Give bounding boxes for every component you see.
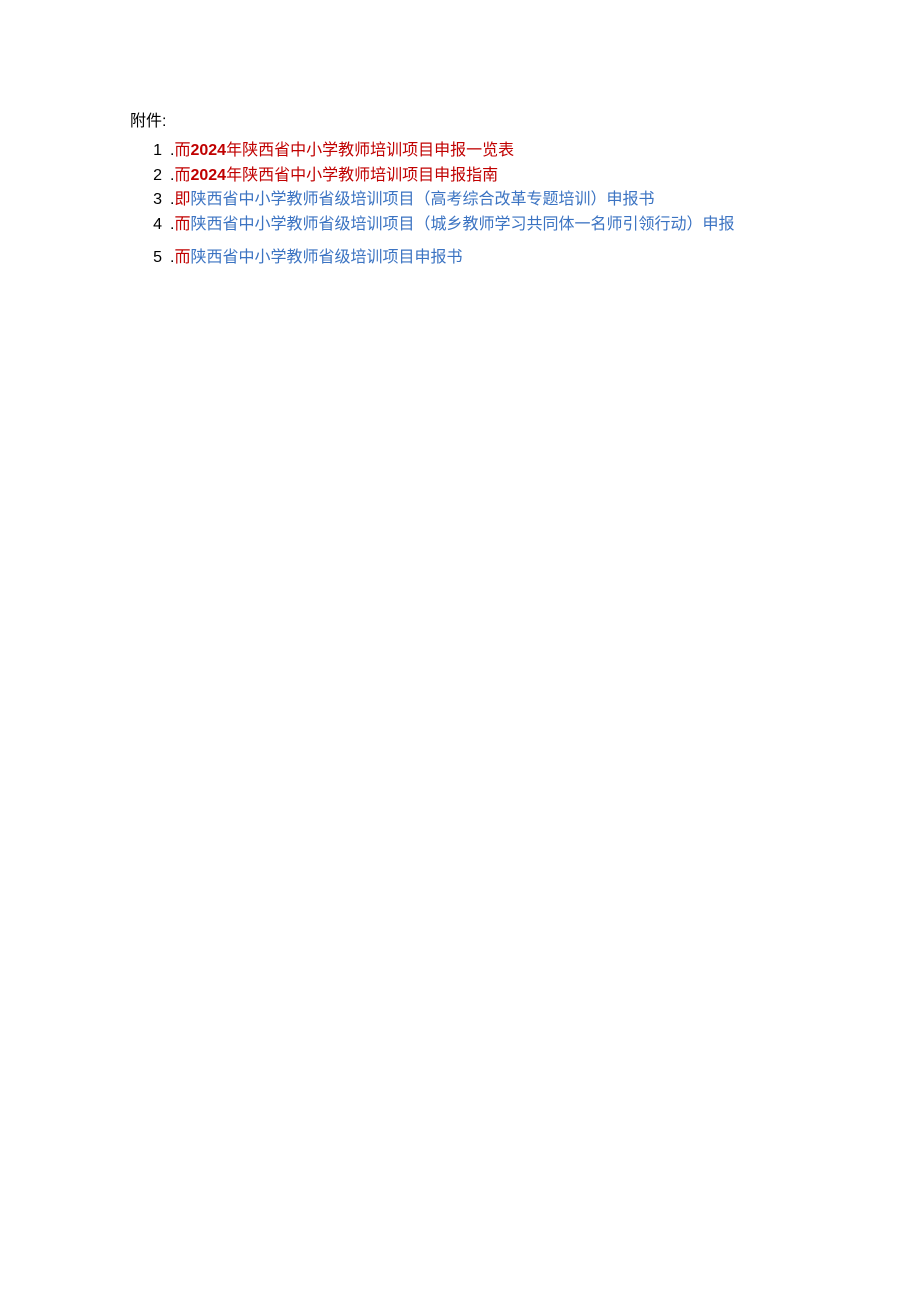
item-rest: 陕西省中小学教师省级培训项目申报书 xyxy=(190,249,462,266)
attachment-item: 4 . 而陕西省中小学教师省级培训项目（城乡教师学习共同体一名师引领行动）申报 xyxy=(130,213,890,238)
item-number: 3 xyxy=(130,188,164,213)
attachment-item: 5 . 而陕西省中小学教师省级培训项目申报书 xyxy=(130,246,890,271)
spacer xyxy=(130,238,890,246)
attachments-header: 附件: xyxy=(130,110,890,135)
item-prefix: 而 xyxy=(174,249,190,266)
attachment-link-4[interactable]: 而陕西省中小学教师省级培训项目（城乡教师学习共同体一名师引领行动）申报 xyxy=(174,213,734,238)
item-prefix: 而 xyxy=(174,167,190,184)
item-rest: 年陕西省中小学教师培训项目申报指南 xyxy=(226,167,498,184)
attachment-link-1[interactable]: 而2024年陕西省中小学教师培训项目申报一览表 xyxy=(174,139,514,164)
item-number: 4 xyxy=(130,213,164,238)
item-rest: 年陕西省中小学教师培训项目申报一览表 xyxy=(226,142,514,159)
item-prefix: 而 xyxy=(174,142,190,159)
attachment-item: 3 . 即陕西省中小学教师省级培训项目（高考综合改革专题培训）申报书 xyxy=(130,188,890,213)
item-year: 2024 xyxy=(190,167,226,184)
attachments-list: 1 . 而2024年陕西省中小学教师培训项目申报一览表 2 . 而2024年陕西… xyxy=(130,139,890,271)
item-rest: 陕西省中小学教师省级培训项目（城乡教师学习共同体一名师引领行动）申报 xyxy=(190,216,734,233)
item-prefix: 即 xyxy=(174,191,190,208)
item-year: 2024 xyxy=(190,142,226,159)
item-prefix: 而 xyxy=(174,216,190,233)
attachment-item: 2 . 而2024年陕西省中小学教师培训项目申报指南 xyxy=(130,164,890,189)
item-rest: 陕西省中小学教师省级培训项目（高考综合改革专题培训）申报书 xyxy=(190,191,654,208)
attachment-link-2[interactable]: 而2024年陕西省中小学教师培训项目申报指南 xyxy=(174,164,498,189)
document-page: 附件: 1 . 而2024年陕西省中小学教师培训项目申报一览表 2 . 而202… xyxy=(0,0,920,271)
item-number: 1 xyxy=(130,139,164,164)
attachment-link-3[interactable]: 即陕西省中小学教师省级培训项目（高考综合改革专题培训）申报书 xyxy=(174,188,654,213)
attachment-link-5[interactable]: 而陕西省中小学教师省级培训项目申报书 xyxy=(174,246,462,271)
item-number: 5 xyxy=(130,246,164,271)
attachment-item: 1 . 而2024年陕西省中小学教师培训项目申报一览表 xyxy=(130,139,890,164)
item-number: 2 xyxy=(130,164,164,189)
